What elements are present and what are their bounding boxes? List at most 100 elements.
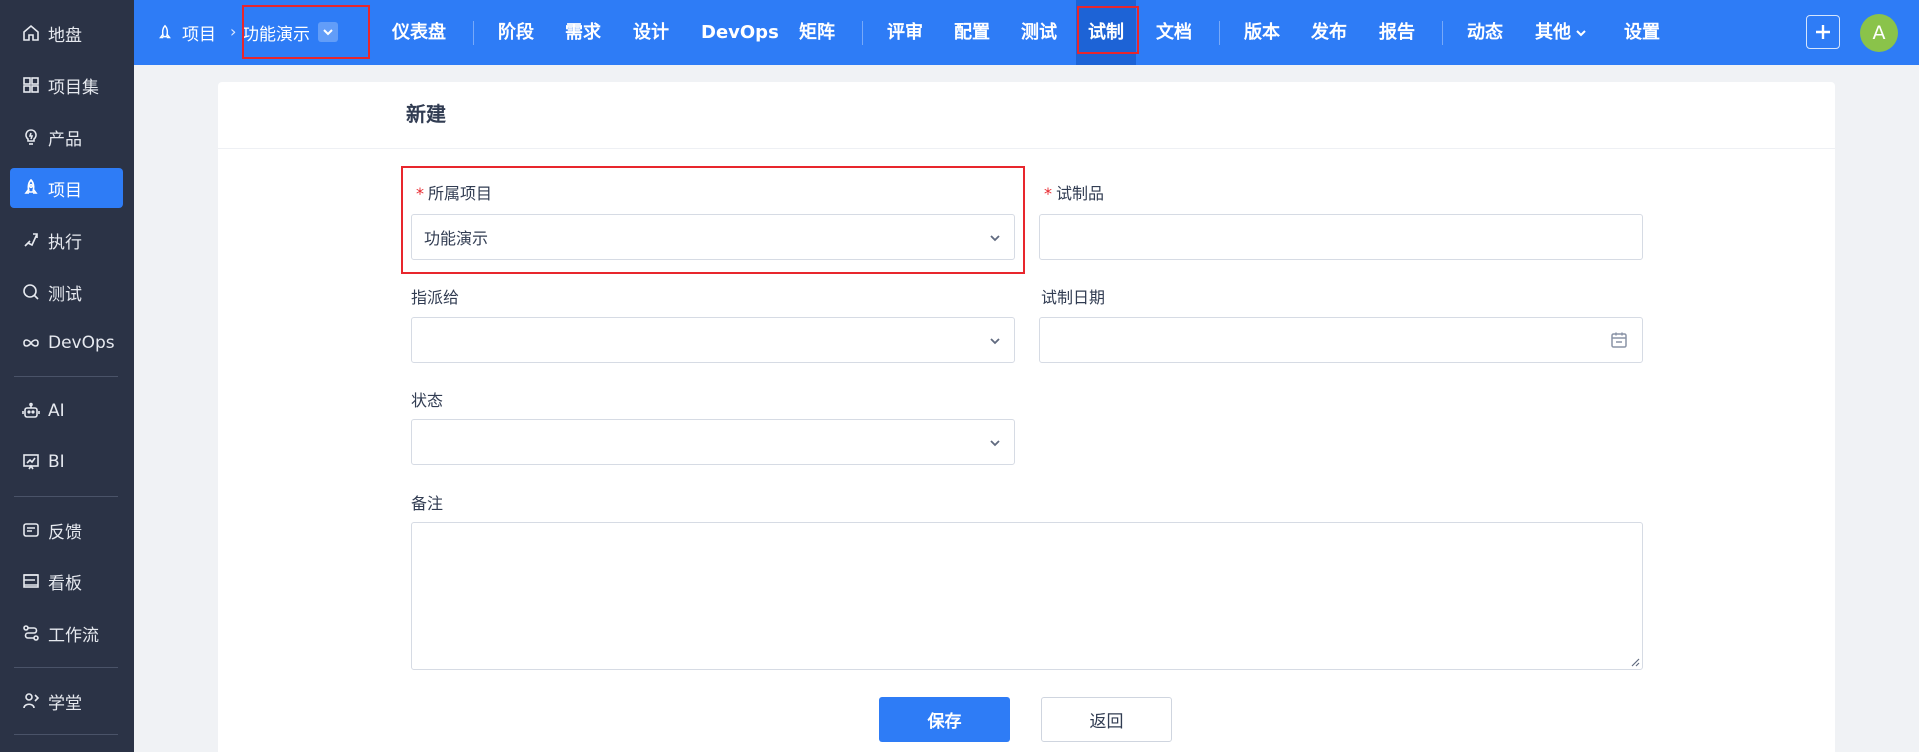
workflow-icon: [20, 622, 42, 644]
school-icon: [20, 690, 42, 712]
tab-more[interactable]: 其他: [1535, 0, 1587, 65]
sidebar-item-school[interactable]: 学堂: [10, 681, 123, 721]
tab-settings[interactable]: 设置: [1624, 0, 1660, 65]
infinity-icon: [20, 332, 42, 354]
sidebar-divider: [14, 496, 118, 497]
rocket-icon: [20, 177, 42, 199]
tab-release[interactable]: 发布: [1311, 0, 1347, 65]
run-icon: [20, 229, 42, 251]
sidebar-item-label: 产品: [48, 129, 82, 150]
sidebar: 地盘 项目集 产品 项目 执行 测试 DevOps AI BI 反馈 看板 工作…: [0, 0, 134, 752]
sidebar-item-project[interactable]: 项目: [10, 168, 123, 208]
search-check-icon: [20, 281, 42, 303]
sidebar-divider: [14, 667, 118, 668]
sidebar-item-execution[interactable]: 执行: [10, 220, 123, 260]
tab-build[interactable]: 版本: [1244, 0, 1280, 65]
tab-config[interactable]: 配置: [954, 0, 990, 65]
back-button[interactable]: 返回: [1041, 697, 1172, 742]
chevron-down-icon: [988, 435, 1002, 449]
create-form-panel: 新建 * 所属项目 功能演示 * 试制品 指派给 试制日期 状态 备注 保存 返回: [218, 82, 1835, 752]
sidebar-item-devops[interactable]: DevOps: [10, 323, 123, 363]
sidebar-item-test[interactable]: 测试: [10, 272, 123, 312]
tab-requirement[interactable]: 需求: [565, 0, 601, 65]
tab-stage[interactable]: 阶段: [498, 0, 534, 65]
status-label: 状态: [411, 391, 444, 410]
sidebar-divider: [14, 734, 118, 735]
date-picker[interactable]: [1039, 317, 1643, 363]
status-select[interactable]: [411, 419, 1015, 465]
tab-devops[interactable]: DevOps: [701, 0, 779, 65]
chevron-down-icon: [988, 333, 1002, 347]
project-label-text: 所属项目: [428, 184, 493, 203]
tab-report[interactable]: 报告: [1379, 0, 1415, 65]
project-label: * 所属项目: [416, 180, 492, 204]
sidebar-item-label: 项目集: [48, 77, 99, 98]
tab-design[interactable]: 设计: [633, 0, 669, 65]
rocket-icon: [159, 24, 171, 38]
sidebar-item-label: 学堂: [48, 693, 82, 714]
sidebar-item-label: DevOps: [48, 333, 115, 353]
breadcrumb-root-label: 项目: [182, 25, 216, 45]
sidebar-item-label: 测试: [48, 284, 82, 305]
robot-icon: [20, 400, 42, 422]
tab-trial[interactable]: 试制: [1076, 0, 1136, 65]
tab-docs[interactable]: 文档: [1156, 0, 1192, 65]
notes-textarea[interactable]: [411, 522, 1643, 670]
date-label: 试制日期: [1041, 288, 1106, 307]
save-button[interactable]: 保存: [879, 697, 1010, 742]
resize-grip-icon[interactable]: [1628, 655, 1640, 667]
plus-icon: [1816, 25, 1830, 39]
chart-board-icon: [20, 451, 42, 473]
sidebar-item-product[interactable]: 产品: [10, 117, 123, 157]
required-mark: *: [416, 184, 424, 203]
sidebar-item-program[interactable]: 项目集: [10, 65, 123, 105]
grid-icon: [20, 74, 42, 96]
sidebar-divider: [14, 376, 118, 377]
chevron-down-icon: [1576, 30, 1586, 37]
required-mark: *: [1044, 184, 1052, 203]
breadcrumb-root[interactable]: 项目: [156, 0, 216, 65]
page-title: 新建: [406, 102, 446, 126]
chevron-down-icon[interactable]: [318, 22, 338, 42]
breadcrumb-separator-icon: ›: [230, 22, 237, 41]
title-divider: [218, 148, 1835, 149]
nav-divider: [1219, 21, 1220, 45]
project-select[interactable]: 功能演示: [411, 214, 1015, 260]
sidebar-item-feedback[interactable]: 反馈: [10, 510, 123, 550]
sidebar-item-label: 执行: [48, 232, 82, 253]
project-switcher[interactable]: 功能演示: [242, 14, 338, 50]
lightbulb-icon: [20, 126, 42, 148]
sidebar-item-label: 反馈: [48, 522, 82, 543]
sidebar-item-label: 工作流: [48, 625, 99, 646]
assign-label: 指派给: [411, 288, 460, 307]
chevron-down-icon: [988, 230, 1002, 244]
top-navigation-bar: 项目 › 功能演示 仪表盘 阶段 需求 设计 DevOps 矩阵 评审 配置 测…: [134, 0, 1919, 65]
tab-review[interactable]: 评审: [887, 0, 923, 65]
create-button[interactable]: [1806, 15, 1840, 49]
sidebar-item-label: 看板: [48, 573, 82, 594]
project-select-value: 功能演示: [424, 229, 489, 248]
notes-label: 备注: [411, 494, 444, 513]
nav-divider: [862, 21, 863, 45]
kanban-icon: [20, 570, 42, 592]
avatar[interactable]: A: [1860, 14, 1898, 52]
sidebar-item-workflow[interactable]: 工作流: [10, 613, 123, 653]
sidebar-item-label: 地盘: [48, 25, 82, 46]
sidebar-item-dashboard[interactable]: 地盘: [10, 13, 123, 53]
tab-activity[interactable]: 动态: [1467, 0, 1503, 65]
feedback-icon: [20, 519, 42, 541]
home-icon: [20, 22, 42, 44]
tab-dashboard[interactable]: 仪表盘: [392, 0, 446, 65]
trial-label-text: 试制品: [1056, 184, 1105, 203]
sidebar-item-ai[interactable]: AI: [10, 391, 123, 431]
trial-input[interactable]: [1039, 214, 1643, 260]
assign-select[interactable]: [411, 317, 1015, 363]
sidebar-item-kanban[interactable]: 看板: [10, 561, 123, 601]
current-project-label: 功能演示: [242, 24, 310, 45]
tab-test[interactable]: 测试: [1021, 0, 1057, 65]
calendar-icon[interactable]: [1610, 331, 1628, 349]
sidebar-item-label: 项目: [48, 180, 82, 201]
sidebar-item-bi[interactable]: BI: [10, 442, 123, 482]
sidebar-item-label: AI: [48, 401, 65, 421]
tab-matrix[interactable]: 矩阵: [799, 0, 835, 65]
